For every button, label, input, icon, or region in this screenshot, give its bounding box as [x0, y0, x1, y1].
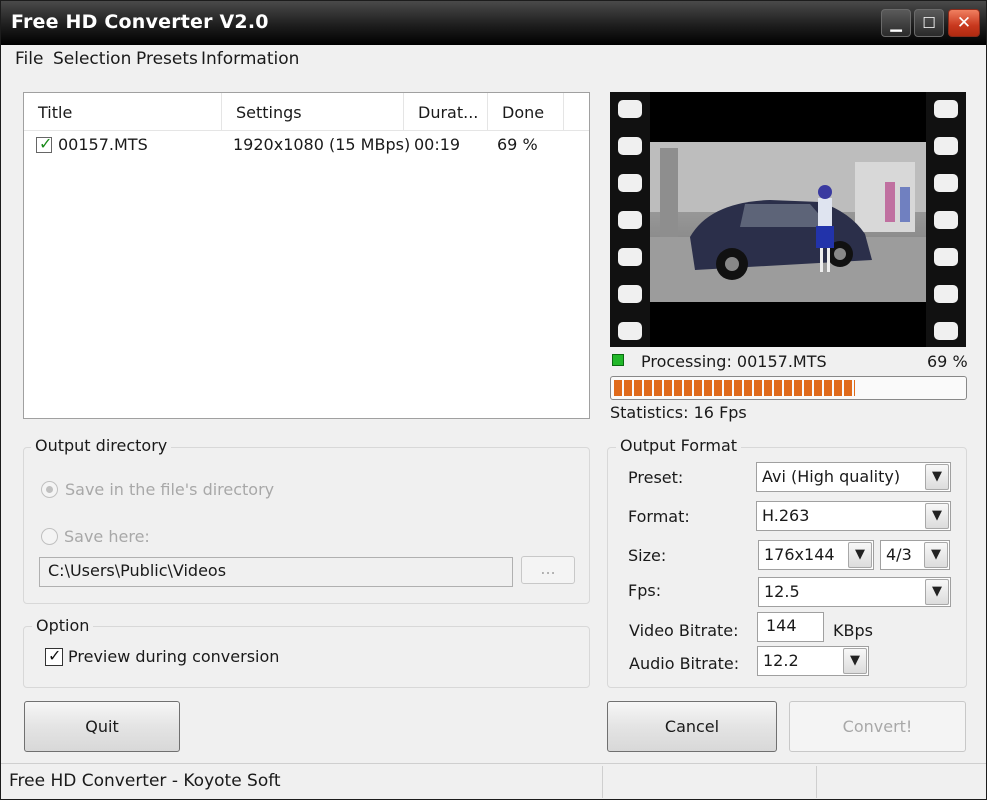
chevron-down-icon: ▼ [843, 648, 867, 674]
file-list[interactable]: Title Settings Durat... Done ✓ 00157.MTS… [23, 92, 590, 419]
title-bar[interactable]: Free HD Converter V2.0 ▁ ☐ ✕ [1, 1, 986, 45]
progress-bar [610, 376, 967, 400]
close-icon: ✕ [956, 13, 972, 33]
size-label: Size: [628, 546, 667, 565]
row-done: 69 % [497, 135, 538, 154]
preview-checkbox[interactable]: ✓ [45, 646, 63, 666]
preview-checkbox-label: Preview during conversion [68, 647, 280, 666]
check-icon: ✓ [48, 646, 62, 665]
format-select[interactable]: H.263 ▼ [756, 501, 951, 531]
audio-bitrate-label: Audio Bitrate: [629, 654, 740, 673]
preset-select[interactable]: Avi (High quality) ▼ [756, 462, 951, 492]
film-strip-left [610, 92, 650, 347]
table-row[interactable]: ✓ 00157.MTS 1920x1080 (15 MBps) 00:19 69… [24, 131, 589, 159]
minimize-icon: ▁ [890, 14, 902, 32]
radio-save-here-label: Save here: [64, 527, 150, 546]
status-separator [602, 766, 603, 798]
preset-label: Preset: [628, 468, 684, 487]
radio-file-directory-label: Save in the file's directory [65, 480, 275, 499]
menu-file[interactable]: File [15, 49, 43, 69]
ratio-value: 4/3 [886, 545, 912, 564]
column-done[interactable]: Done [488, 93, 564, 131]
window-title: Free HD Converter V2.0 [11, 11, 269, 33]
menu-information[interactable]: Information [201, 49, 299, 69]
status-bar: Free HD Converter - Koyote Soft [1, 763, 986, 799]
status-separator [816, 766, 817, 798]
option-title: Option [32, 616, 94, 635]
progress-fill [614, 380, 855, 396]
radio-file-directory[interactable] [41, 481, 58, 498]
cancel-button[interactable]: Cancel [607, 701, 777, 752]
audio-bitrate-value: 12.2 [763, 651, 799, 670]
audio-bitrate-select[interactable]: 12.2 ▼ [757, 646, 869, 676]
check-icon: ✓ [39, 134, 53, 153]
app-window: Free HD Converter V2.0 ▁ ☐ ✕ File Select… [0, 0, 987, 800]
quit-button[interactable]: Quit [24, 701, 180, 752]
close-button[interactable]: ✕ [948, 9, 980, 37]
chevron-down-icon: ▼ [924, 542, 948, 568]
film-strip-right [926, 92, 966, 347]
preview-image [650, 142, 926, 302]
fps-label: Fps: [628, 581, 662, 600]
video-preview [610, 92, 966, 347]
video-bitrate-input[interactable]: 144 [757, 612, 824, 642]
browse-button[interactable]: ... [521, 556, 575, 584]
preview-frame [650, 92, 926, 347]
format-value: H.263 [762, 506, 810, 525]
ratio-select[interactable]: 4/3 ▼ [880, 540, 950, 570]
chevron-down-icon: ▼ [925, 503, 949, 529]
row-checkbox[interactable]: ✓ [36, 134, 53, 153]
column-settings[interactable]: Settings [222, 93, 404, 131]
menu-selection[interactable]: Selection [53, 49, 131, 69]
row-settings: 1920x1080 (15 MBps) [233, 135, 411, 154]
maximize-icon: ☐ [922, 14, 936, 32]
statistics-label: Statistics: 16 Fps [610, 403, 747, 422]
menu-bar: File Selection Presets Information [1, 45, 986, 75]
radio-save-here[interactable] [41, 528, 58, 545]
minimize-button[interactable]: ▁ [881, 9, 911, 37]
convert-button[interactable]: Convert! [789, 701, 966, 752]
size-value: 176x144 [764, 545, 835, 564]
fps-value: 12.5 [764, 582, 800, 601]
status-text: Free HD Converter - Koyote Soft [9, 771, 281, 791]
output-path-field[interactable]: C:\Users\Public\Videos [39, 557, 513, 587]
maximize-button[interactable]: ☐ [914, 9, 944, 37]
processing-label: Processing: 00157.MTS [641, 352, 827, 371]
fps-select[interactable]: 12.5 ▼ [758, 577, 951, 607]
format-label: Format: [628, 507, 690, 526]
menu-presets[interactable]: Presets [136, 49, 198, 69]
processing-percent: 69 % [927, 352, 968, 371]
status-led-icon [612, 354, 624, 366]
video-bitrate-unit: KBps [833, 621, 873, 640]
row-duration: 00:19 [414, 135, 461, 154]
row-title: 00157.MTS [58, 135, 148, 154]
column-title[interactable]: Title [24, 93, 222, 131]
output-directory-title: Output directory [31, 436, 172, 455]
column-duration[interactable]: Durat... [404, 93, 488, 131]
output-format-title: Output Format [616, 436, 742, 455]
file-list-header: Title Settings Durat... Done [24, 93, 589, 131]
chevron-down-icon: ▼ [925, 579, 949, 605]
video-bitrate-label: Video Bitrate: [629, 621, 739, 640]
preset-value: Avi (High quality) [762, 467, 901, 486]
chevron-down-icon: ▼ [925, 464, 949, 490]
size-select[interactable]: 176x144 ▼ [758, 540, 874, 570]
chevron-down-icon: ▼ [848, 542, 872, 568]
